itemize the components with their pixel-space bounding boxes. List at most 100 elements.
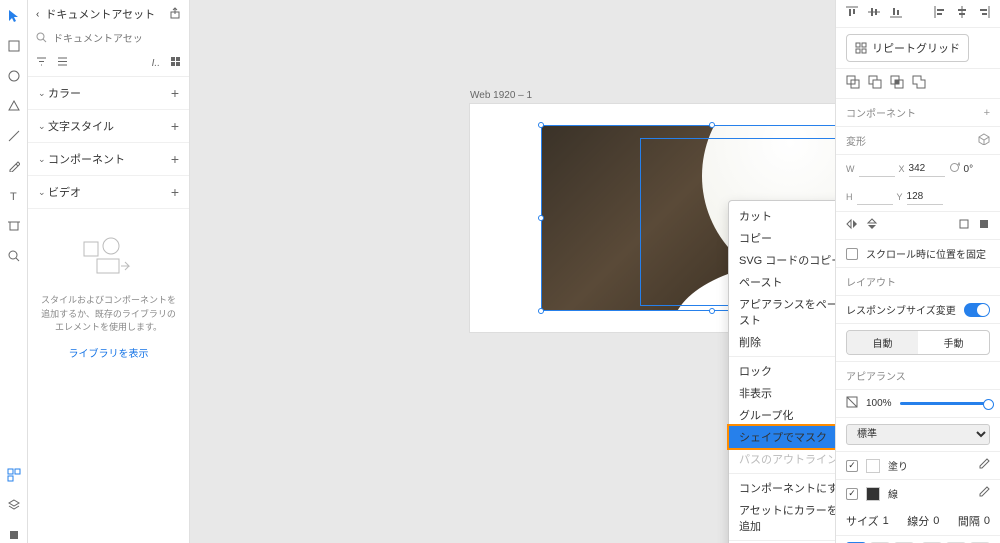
add-icon[interactable]: + [171,151,179,167]
add-component-icon[interactable]: + [984,107,990,119]
chevron-icon: ⌄ [38,187,48,198]
add-icon[interactable]: + [171,85,179,101]
resize-mode-segment[interactable]: 自動 手動 [846,330,990,355]
x-input[interactable] [909,161,945,177]
chevron-icon: ⌄ [38,88,48,99]
add-icon[interactable]: + [171,118,179,134]
selection-handle[interactable] [538,215,544,221]
flip-v-icon[interactable] [866,218,878,233]
flip-icon[interactable] [958,218,970,233]
selection-handle[interactable] [709,122,715,128]
stroke-swatch[interactable] [866,487,880,501]
menu-item[interactable]: カット⌘ X [729,205,835,227]
rectangle-tool[interactable] [6,38,22,54]
empty-state: スタイルおよびコンポーネントを追加するか、既存のライブラリのエレメントを使用しま… [28,209,189,380]
blend-mode-select[interactable]: 標準 [846,424,990,445]
component-section-label: コンポーネント [846,105,976,120]
layers-icon[interactable] [6,497,22,513]
pathfinder-add-icon[interactable] [846,75,860,92]
align-hcenter-icon[interactable] [956,6,968,21]
empty-text: スタイルおよびコンポーネントを追加するか、既存のライブラリのエレメントを使用しま… [40,294,177,335]
assets-icon[interactable] [6,467,22,483]
ellipse-tool[interactable] [6,68,22,84]
align-left-icon[interactable] [934,6,946,21]
section-文字スタイル[interactable]: ⌄文字スタイル+ [28,110,189,143]
repeat-grid-button[interactable]: リピートグリッド [846,34,969,62]
svg-text:T: T [10,191,17,202]
opacity-icon [846,396,858,411]
menu-item[interactable]: ロック⌘ L [729,360,835,382]
text-tool[interactable]: T [6,188,22,204]
appearance-label: アピアランス [846,368,990,383]
align-bottom-icon[interactable] [890,6,902,21]
artboard-tool[interactable] [6,218,22,234]
menu-item[interactable]: コピー⌘ C [729,227,835,249]
align-top-icon[interactable] [846,6,858,21]
responsive-toggle[interactable] [964,303,990,317]
width-input[interactable] [859,161,895,177]
pathfinder-intersect-icon[interactable] [890,75,904,92]
opacity-slider[interactable] [900,402,990,405]
pathfinder-subtract-icon[interactable] [868,75,882,92]
canvas[interactable]: Web 1920 – 1 カット⌘ Xコピー⌘ CSVG コードのコピーペースト… [190,0,835,543]
3d-icon[interactable] [978,133,990,148]
artboard-label[interactable]: Web 1920 – 1 [470,90,532,101]
share-icon[interactable] [169,7,181,22]
menu-item[interactable]: シェイプでマスク⇧ ⌘ M [729,426,835,448]
selection-handle[interactable] [709,308,715,314]
polygon-tool[interactable] [6,98,22,114]
layout-label: レイアウト [846,274,990,289]
show-library-link[interactable]: ライブラリを表示 [40,345,177,360]
rotate-icon[interactable] [949,162,960,176]
size-icon[interactable]: I.. [152,58,160,69]
menu-item[interactable]: SVG コードのコピー [729,249,835,271]
context-menu: カット⌘ Xコピー⌘ CSVG コードのコピーペースト⌘ Vアピアランスをペース… [728,200,835,543]
fill-checkbox[interactable]: ✓ [846,460,858,472]
add-icon[interactable]: + [171,184,179,200]
fill-swatch[interactable] [866,459,880,473]
pathfinder-exclude-icon[interactable] [912,75,926,92]
section-コンポーネント[interactable]: ⌄コンポーネント+ [28,143,189,176]
section-ビデオ[interactable]: ⌄ビデオ+ [28,176,189,209]
transform-label: 変形 [846,133,970,148]
select-tool[interactable] [6,8,22,24]
panel-title: ドキュメントアセット [45,6,163,22]
flip-h-icon[interactable] [846,218,858,233]
search-input[interactable] [53,34,185,45]
height-input[interactable] [857,189,893,205]
left-panel: ‹ ドキュメントアセット ⌄ I.. ⌄カラー+⌄文字スタイル+⌄コンポーネント… [28,0,190,543]
back-button[interactable]: ‹ [36,9,39,20]
menu-item[interactable]: 削除⌘ ⌫ [729,331,835,353]
align-group [846,6,902,21]
align-vcenter-icon[interactable] [868,6,880,21]
tool-rail: T [0,0,28,543]
chevron-icon: ⌄ [38,121,48,132]
menu-item[interactable]: アピアランスをペースト⌥ ⌘ V [729,293,835,331]
menu-item[interactable]: 非表示⌘ ; [729,382,835,404]
align-right-icon[interactable] [978,6,990,21]
plugins-icon[interactable] [6,527,22,543]
menu-item[interactable]: コンポーネントにする⌘ K [729,477,835,499]
filter-icon[interactable] [36,56,47,70]
eyedropper-icon[interactable] [978,458,990,473]
scroll-fix-checkbox[interactable] [846,248,858,260]
right-panel: リピートグリッド コンポーネント + 変形 W X 0° H Y [835,0,1000,543]
eyedropper-icon[interactable] [978,486,990,501]
menu-item[interactable]: ペースト⌘ V [729,271,835,293]
section-カラー[interactable]: ⌄カラー+ [28,77,189,110]
menu-item[interactable]: アセットにカラーを追加⇧ ⌘ C [729,499,835,537]
list-icon[interactable] [57,56,68,70]
zoom-tool[interactable] [6,248,22,264]
stroke-checkbox[interactable]: ✓ [846,488,858,500]
y-input[interactable] [907,189,943,205]
selection-handle[interactable] [538,122,544,128]
empty-graphic-icon [40,229,177,284]
selection-handle[interactable] [538,308,544,314]
pen-tool[interactable] [6,158,22,174]
chevron-icon: ⌄ [38,154,48,165]
flip-icon2[interactable] [978,218,990,233]
menu-item[interactable]: パスのアウトライン [729,448,835,470]
grid-icon[interactable] [170,56,181,70]
menu-item[interactable]: グループ化⌘ G [729,404,835,426]
line-tool[interactable] [6,128,22,144]
